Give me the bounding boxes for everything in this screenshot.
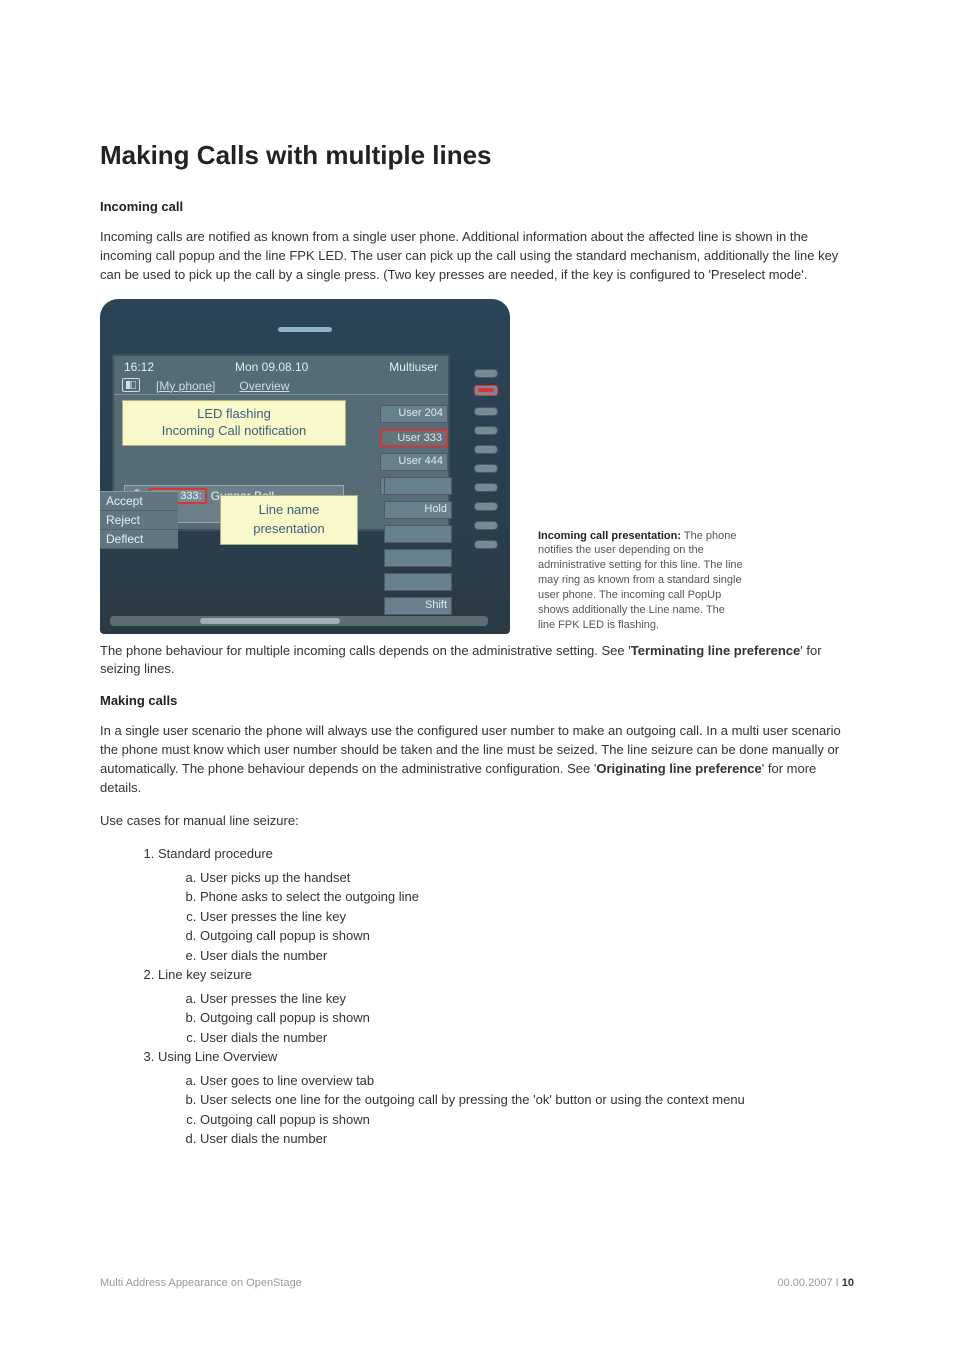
page-title: Making Calls with multiple lines [100,140,854,171]
line-key-user444[interactable]: User 444 [380,453,448,471]
fpk-button[interactable] [474,407,498,416]
list-item-label: Line key seizure [158,967,252,982]
incoming-body: Incoming calls are notified as known fro… [100,228,854,285]
fpk-button[interactable] [474,369,498,378]
list-subitem: User dials the number [200,1129,854,1149]
list-subitem: User selects one line for the outgoing c… [200,1090,854,1110]
making-heading: Making calls [100,693,854,708]
document-page: Making Calls with multiple lines Incomin… [0,0,954,1351]
list-subitem: User dials the number [200,1028,854,1048]
tab-myphone[interactable]: [My phone] [148,378,223,394]
ctx-accept[interactable]: Accept [100,492,178,511]
annotation-line-name-1: Line name [259,501,320,519]
annotation-led-line1: LED flashing [197,406,271,423]
usecase-list: Standard procedure User picks up the han… [100,844,854,1149]
figure-row: 16:12 Mon 09.08.10 Multiuser [My phone] … [100,299,854,634]
list-subitem: Outgoing call popup is shown [200,1110,854,1130]
line-key-empty[interactable] [384,549,452,567]
annotation-led-flashing: LED flashing Incoming Call notification [122,400,346,446]
fpk-button[interactable] [474,445,498,454]
list-item-label: Standard procedure [158,846,273,861]
annotation-line-name-2: presentation [253,520,325,538]
list-subitem: User presses the line key [200,907,854,927]
list-subitem: User picks up the handset [200,868,854,888]
list-subitem: Outgoing call popup is shown [200,1008,854,1028]
line-key-user333[interactable]: User 333 [380,429,448,447]
para-terminating: The phone behaviour for multiple incomin… [100,642,854,680]
annotation-line-name: Line name presentation [220,495,358,545]
list-subitem: User presses the line key [200,989,854,1009]
tab-home-icon[interactable] [122,378,140,392]
earpiece-icon [278,327,332,332]
horizontal-scrollbar[interactable] [110,616,488,626]
caption-body: The phone notifies the user depending on… [538,530,743,631]
footer-sep: I [833,1277,842,1289]
fpk-button[interactable] [474,483,498,492]
line-key-shift[interactable]: Shift [384,597,452,615]
footer-page-number: 10 [842,1277,854,1289]
making-body: In a single user scenario the phone will… [100,722,854,797]
line-key-column-2: Hold Shift [384,477,452,615]
context-menu: Accept Reject Deflect [100,491,178,549]
tab-overview[interactable]: Overview [231,378,297,394]
incoming-heading: Incoming call [100,199,854,214]
para-terminating-1: The phone behaviour for multiple incomin… [100,643,631,658]
line-key-user204[interactable]: User 204 [380,405,448,423]
line-key-empty[interactable] [384,573,452,591]
list-item: Line key seizure User presses the line k… [158,965,854,1047]
ctx-reject[interactable]: Reject [100,511,178,530]
making-body-bold: Originating line preference [596,761,761,776]
fpk-button[interactable] [474,502,498,511]
page-footer: Multi Address Appearance on OpenStage 00… [100,1277,854,1289]
list-item: Standard procedure User picks up the han… [158,844,854,965]
fpk-led-flashing-icon [474,385,498,396]
list-subitem: Phone asks to select the outgoing line [200,887,854,907]
usecases-intro: Use cases for manual line seizure: [100,812,854,831]
ctx-deflect[interactable]: Deflect [100,530,178,549]
status-bar: 16:12 Mon 09.08.10 Multiuser [114,356,448,378]
tab-bar: [My phone] Overview [114,378,448,395]
line-key-hold[interactable]: Hold [384,501,452,519]
list-item-label: Using Line Overview [158,1049,277,1064]
line-key-empty[interactable] [384,477,452,495]
fpk-button[interactable] [474,521,498,530]
list-subitem: User dials the number [200,946,854,966]
phone-mockup: 16:12 Mon 09.08.10 Multiuser [My phone] … [100,299,510,634]
caption-title: Incoming call presentation: [538,530,681,542]
annotation-led-line2: Incoming Call notification [162,423,307,440]
fpk-button[interactable] [474,426,498,435]
list-item: Using Line Overview User goes to line ov… [158,1047,854,1149]
fpk-button-hold[interactable] [474,464,498,473]
status-date: Mon 09.08.10 [235,360,308,374]
list-subitem: Outgoing call popup is shown [200,926,854,946]
line-key-empty[interactable] [384,525,452,543]
para-terminating-bold: Terminating line preference [631,643,801,658]
status-title: Multiuser [389,360,438,374]
fpk-button-shift[interactable] [474,540,498,549]
footer-left: Multi Address Appearance on OpenStage [100,1277,302,1289]
footer-date: 00.00.2007 [778,1277,833,1289]
footer-right: 00.00.2007 I 10 [778,1277,854,1289]
status-time: 16:12 [124,360,154,374]
list-subitem: User goes to line overview tab [200,1071,854,1091]
figure-caption: Incoming call presentation: The phone no… [538,529,743,633]
